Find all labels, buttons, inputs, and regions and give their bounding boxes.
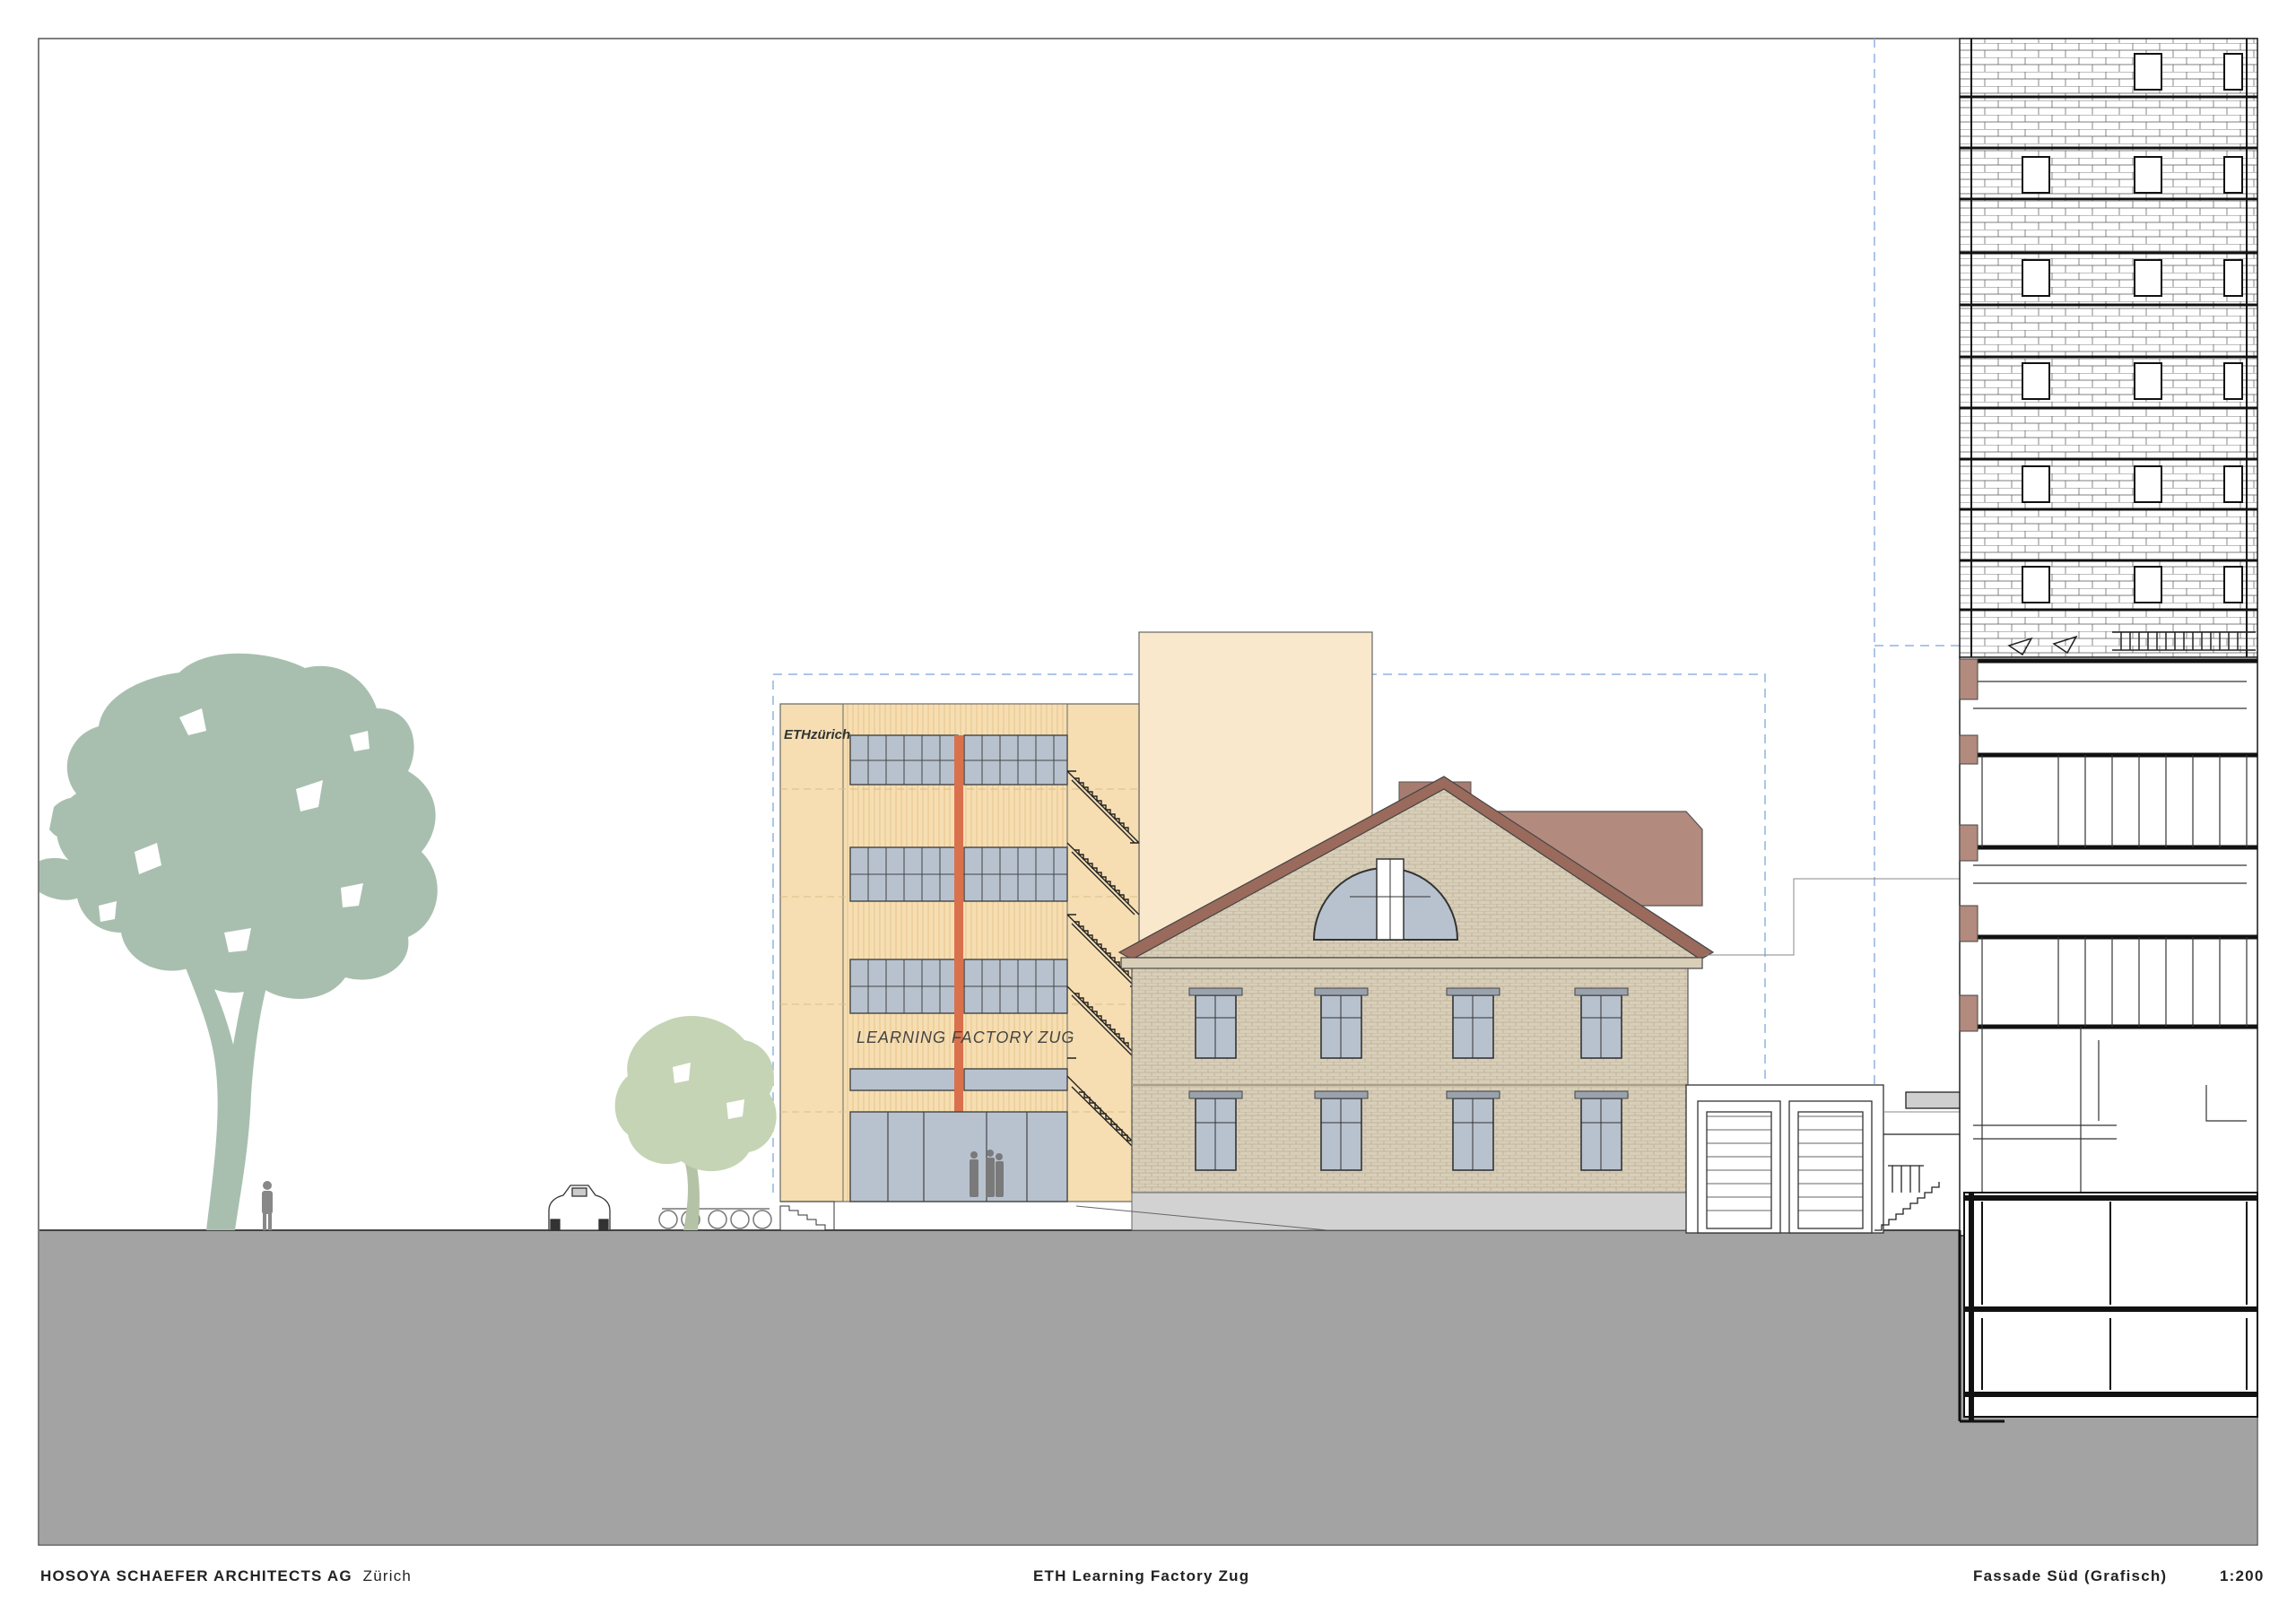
office-city: Zürich [362, 1567, 413, 1584]
office-label: HOSOYA SCHAEFER ARCHITECTS AG [40, 1567, 352, 1584]
eth-logo: ETHzürich [784, 727, 850, 742]
building-sign: LEARNING FACTORY ZUG [857, 1028, 1074, 1046]
car [548, 1185, 611, 1231]
elevation-drawing: ETHzürich LEARNING FACTORY ZUG [38, 38, 2258, 1546]
tower-section [1958, 38, 2258, 1423]
drawing-title: Fassade Süd (Grafisch) [1973, 1567, 2168, 1584]
context-lines [1704, 878, 1964, 1113]
new-building: ETHzürich LEARNING FACTORY ZUG [779, 703, 1140, 1231]
entrance-steps [779, 1205, 826, 1231]
office-name: HOSOYA SCHAEFER ARCHITECTS AG Zürich [40, 1567, 412, 1585]
bike-stand [658, 1208, 772, 1229]
drawing-scale: 1:200 [2220, 1567, 2265, 1584]
ground-floor-glazing [849, 1111, 1068, 1202]
adjoining-stair [1874, 1091, 1965, 1231]
plinth [1131, 1192, 1689, 1231]
ground-section [39, 1230, 2257, 1544]
garage-block [1685, 1084, 1884, 1234]
project-title: ETH Learning Factory Zug [1033, 1567, 1250, 1584]
person-silhouette [262, 1181, 273, 1230]
tree-small [614, 1015, 777, 1230]
